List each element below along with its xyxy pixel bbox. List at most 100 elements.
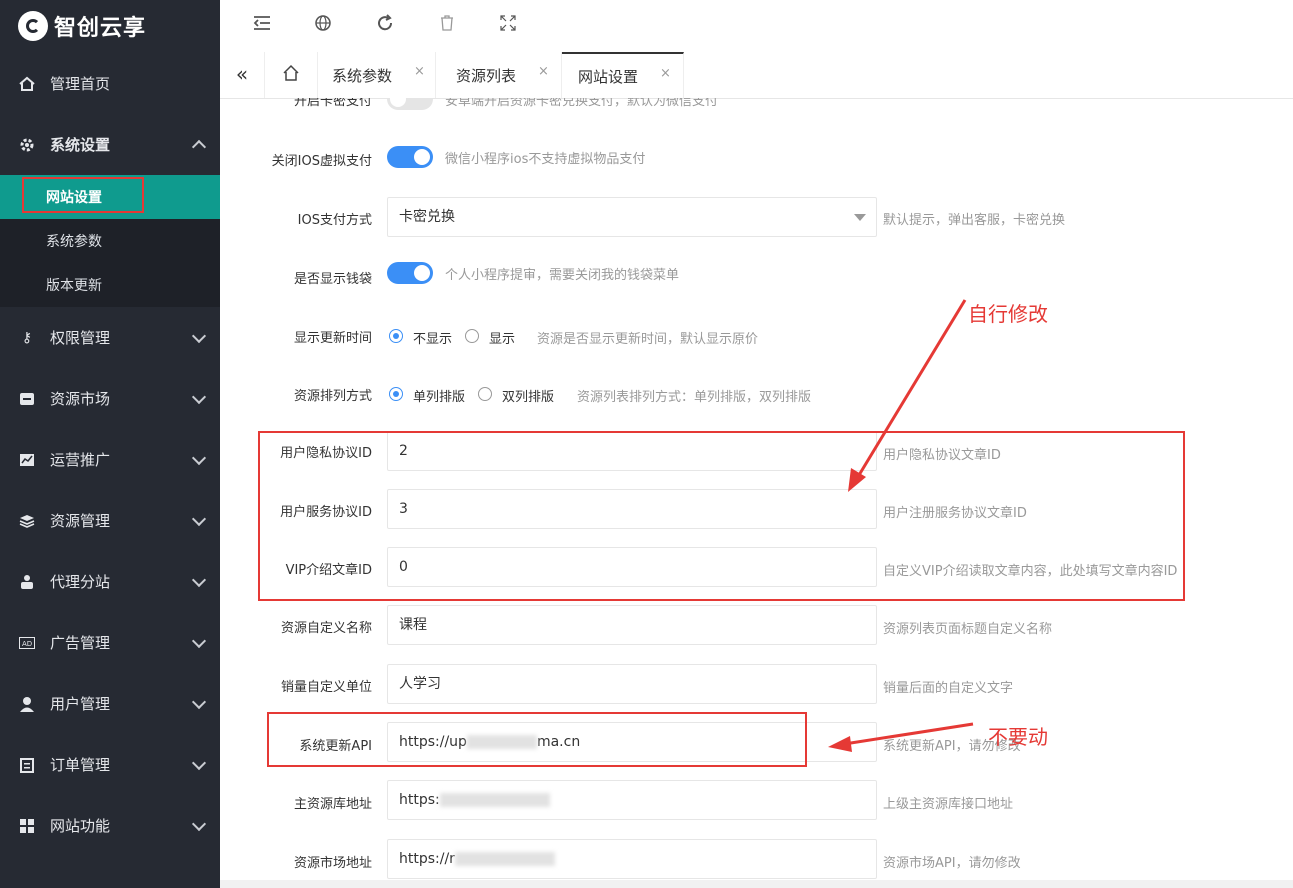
close-icon[interactable]: × (414, 64, 425, 79)
sidebar-item-users[interactable]: 用户管理 (0, 673, 220, 734)
radio-hide-update-time[interactable] (389, 329, 403, 343)
field-hint: 资源列表排列方式：单列排版，双列排版 (577, 390, 812, 405)
field-hint: 资源市场API，请勿修改 (883, 856, 1021, 871)
chevron-down-icon (191, 450, 207, 466)
field-label: 资源排列方式 (293, 389, 372, 404)
chevron-down-icon (191, 389, 207, 405)
chevron-up-icon (191, 139, 207, 155)
sidebar-item-ads[interactable]: AD 广告管理 (0, 612, 220, 673)
logo-text: 智创云享 (54, 16, 147, 41)
field-label: 显示更新时间 (293, 331, 372, 346)
select-value: 卡密兑换 (399, 209, 455, 225)
resource-name-input[interactable]: 课程 (387, 605, 877, 645)
field-label: 开启卡密支付 (293, 98, 372, 109)
blurred-text (439, 793, 550, 807)
sidebar-item-resources[interactable]: 资源管理 (0, 490, 220, 551)
sidebar-item-label: 用户管理 (50, 695, 111, 713)
sidebar-item-orders[interactable]: 订单管理 (0, 734, 220, 795)
horizontal-scrollbar[interactable] (220, 880, 1293, 888)
sidebar-subitem-version-update[interactable]: 版本更新 (0, 263, 220, 307)
close-icon[interactable]: × (538, 64, 549, 79)
sidebar-menu: 管理首页 系统设置 网站设置 系统参数 版本更新 ⚷ 权限管理 资源市场 运营推… (0, 53, 220, 856)
radio-single-column[interactable] (389, 387, 403, 401)
sidebar-item-promotion[interactable]: 运营推广 (0, 429, 220, 490)
field-hint: 上级主资源库接口地址 (883, 797, 1014, 812)
field-hint: 资源是否显示更新时间，默认显示原价 (537, 332, 759, 347)
field-label: 关闭IOS虚拟支付 (271, 154, 372, 169)
tab-label: 资源列表 (456, 66, 517, 85)
field-label: 资源自定义名称 (280, 621, 372, 636)
group-icon (18, 573, 36, 591)
input-value-prefix: https: (399, 792, 440, 808)
main-repo-input[interactable]: https: (387, 780, 877, 820)
wallet-switch[interactable] (387, 262, 433, 284)
ad-icon: AD (18, 634, 36, 652)
sidebar-item-label: 资源管理 (50, 512, 111, 530)
logo: 智创云享 (18, 6, 146, 46)
field-hint: 个人小程序提审，需要关闭我的钱袋菜单 (445, 268, 680, 283)
tab-site-settings[interactable]: 网站设置 × (562, 52, 684, 98)
sidebar-item-label: 订单管理 (50, 756, 111, 774)
store-icon (18, 390, 36, 408)
close-icon[interactable]: × (660, 66, 671, 81)
sidebar-item-market[interactable]: 资源市场 (0, 368, 220, 429)
field-label: 主资源库地址 (293, 797, 372, 812)
sidebar-item-label: 广告管理 (50, 634, 111, 652)
input-value-prefix: https://r (399, 851, 455, 867)
tab-system-params[interactable]: 系统参数 × (318, 52, 436, 98)
tab-home[interactable] (264, 52, 318, 98)
ios-pay-select[interactable]: 卡密兑换 (387, 197, 877, 237)
annotation-box-article-ids (258, 431, 1185, 601)
field-hint: 默认提示，弹出客服，卡密兑换 (883, 213, 1066, 228)
trash-icon[interactable] (435, 14, 459, 38)
annotation-dont-touch: 不要动 (988, 725, 1048, 749)
sidebar-item-permissions[interactable]: ⚷ 权限管理 (0, 307, 220, 368)
caret-down-icon (854, 214, 866, 221)
annotation-box-update-api (267, 712, 807, 767)
refresh-icon[interactable] (373, 14, 397, 38)
chevron-down-icon (191, 816, 207, 832)
sidebar-item-agents[interactable]: 代理分站 (0, 551, 220, 612)
market-input[interactable]: https://r (387, 839, 877, 879)
field-label: 资源市场地址 (293, 856, 372, 871)
sidebar-item-label: 管理首页 (50, 75, 111, 93)
annotation-self-modify: 自行修改 (968, 302, 1048, 326)
sidebar-subitem-system-params[interactable]: 系统参数 (0, 219, 220, 263)
tab-resource-list[interactable]: 资源列表 × (436, 52, 562, 98)
user-icon (18, 695, 36, 713)
radio-show-update-time[interactable] (465, 329, 479, 343)
menu-fold-icon[interactable] (250, 14, 274, 38)
sidebar: 智创云享 管理首页 系统设置 网站设置 系统参数 版本更新 ⚷ 权限管理 资源市… (0, 0, 220, 888)
chart-icon (18, 451, 36, 469)
chevron-down-icon (191, 572, 207, 588)
card-pay-switch[interactable] (387, 98, 433, 110)
sidebar-item-system-settings[interactable]: 系统设置 (0, 114, 220, 175)
top-toolbar (220, 0, 1293, 53)
sidebar-item-home[interactable]: 管理首页 (0, 53, 220, 114)
svg-text:AD: AD (22, 640, 32, 648)
sales-unit-input[interactable]: 人学习 (387, 664, 877, 704)
chevron-down-icon (191, 511, 207, 527)
sidebar-item-label: 资源市场 (50, 390, 111, 408)
logo-icon (18, 11, 48, 41)
tabs-collapse-button[interactable]: « (220, 52, 265, 98)
radio-label: 显示 (489, 332, 516, 347)
radio-label: 单列排版 (413, 390, 466, 405)
blurred-text (454, 852, 555, 866)
field-label: 是否显示钱袋 (293, 272, 372, 287)
radio-label: 不显示 (413, 332, 453, 347)
key-icon: ⚷ (21, 329, 33, 346)
radio-label: 双列排版 (502, 390, 555, 405)
home-icon (282, 64, 300, 86)
chevron-down-icon (191, 328, 207, 344)
chevron-down-icon (191, 755, 207, 771)
radio-double-column[interactable] (478, 387, 492, 401)
gear-icon (18, 136, 36, 154)
tab-label: 网站设置 (578, 67, 639, 86)
clipboard-icon (18, 756, 36, 774)
chevron-down-icon (191, 633, 207, 649)
sidebar-item-site-functions[interactable]: 网站功能 (0, 795, 220, 856)
globe-icon[interactable] (311, 14, 335, 38)
fullscreen-icon[interactable] (496, 14, 520, 38)
close-ios-switch[interactable] (387, 146, 433, 168)
